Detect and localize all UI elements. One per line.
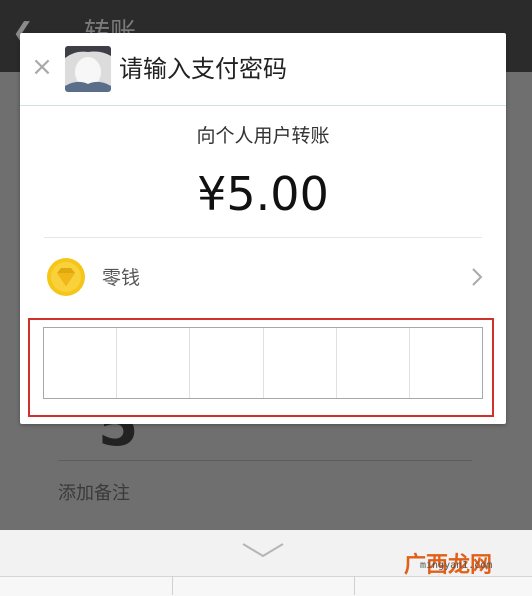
password-digit-cell[interactable] xyxy=(44,328,118,398)
payment-method-row[interactable]: 零钱 xyxy=(44,253,484,303)
avatar xyxy=(65,46,111,92)
password-digit-cell[interactable] xyxy=(410,328,482,398)
amount-value: ¥5.00 xyxy=(197,167,329,221)
password-input[interactable] xyxy=(43,327,483,399)
hide-keyboard-chevron-icon[interactable] xyxy=(241,540,285,560)
transfer-type-label: 向个人用户转账 xyxy=(196,125,330,147)
close-icon[interactable]: × xyxy=(30,54,54,80)
password-digit-cell[interactable] xyxy=(190,328,264,398)
keyboard-key-divider xyxy=(354,576,355,595)
watermark-site: mingyan1.com xyxy=(420,560,493,571)
chevron-right-icon xyxy=(472,268,483,286)
password-digit-cell[interactable] xyxy=(264,328,337,398)
password-digit-cell[interactable] xyxy=(337,328,410,398)
wallet-coin-icon xyxy=(47,258,85,296)
add-note-link[interactable]: 添加备注 xyxy=(58,482,130,506)
divider xyxy=(44,237,482,238)
header-divider xyxy=(20,105,506,106)
payment-method-label: 零钱 xyxy=(102,267,141,289)
password-digit-cell[interactable] xyxy=(117,328,191,398)
keyboard-key-divider xyxy=(172,576,173,595)
dialog-title: 请输入支付密码 xyxy=(119,55,287,83)
divider xyxy=(58,460,472,461)
password-dialog: × 请输入支付密码 向个人用户转账 ¥5.00 零钱 xyxy=(20,33,506,424)
